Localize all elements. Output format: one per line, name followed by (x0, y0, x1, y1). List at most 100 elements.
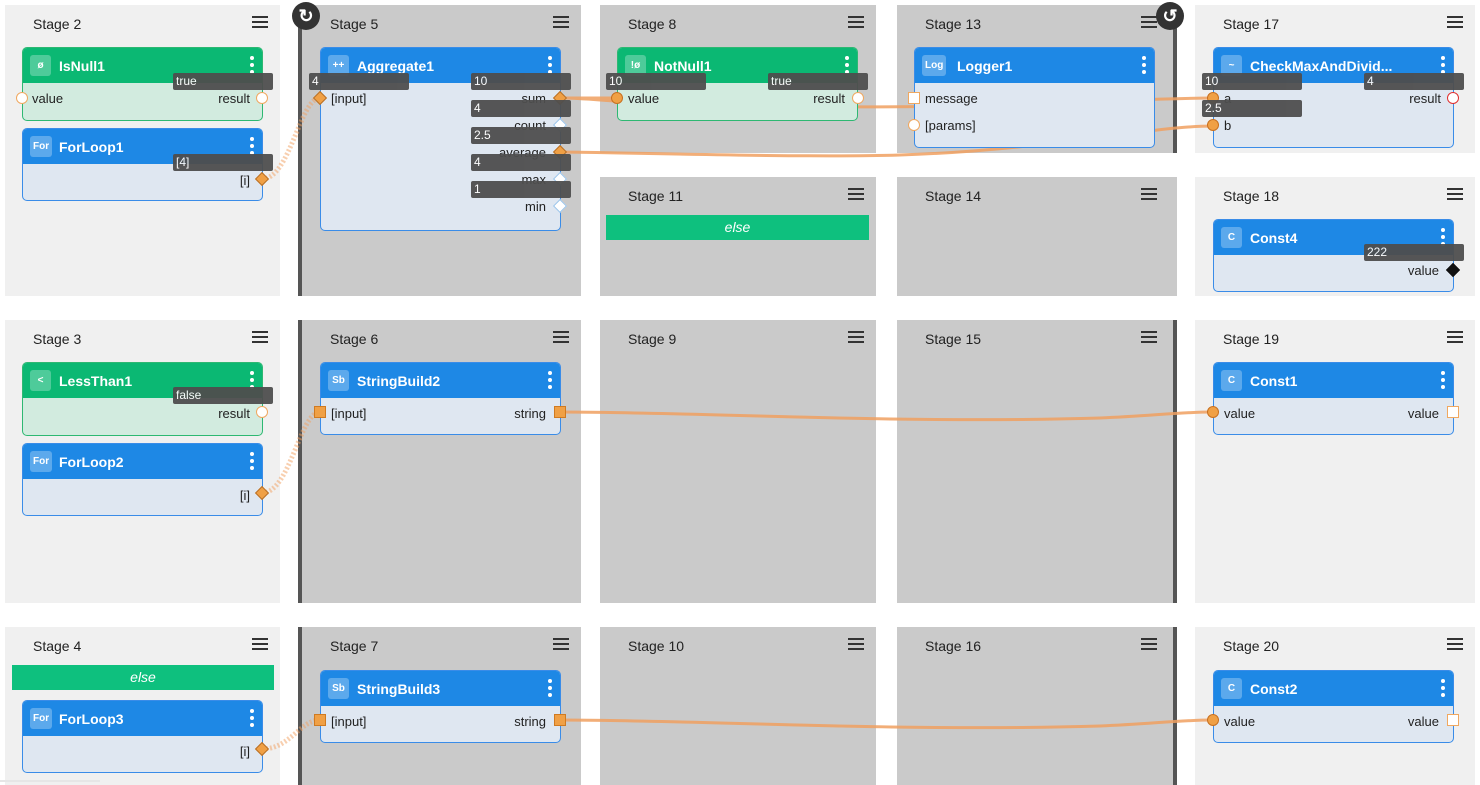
node-menu-icon[interactable] (250, 709, 254, 727)
node-menu-icon[interactable] (250, 452, 254, 470)
const1-value-in-pin[interactable] (1207, 406, 1219, 418)
node-menu-icon[interactable] (1441, 56, 1445, 74)
isnull1-result-pin[interactable] (256, 92, 268, 104)
stage-menu-icon[interactable] (1447, 328, 1463, 344)
node-menu-icon[interactable] (548, 679, 552, 697)
stage-title: Stage 15 (925, 331, 982, 347)
stringbuild2-string-pin[interactable] (554, 406, 566, 418)
node-checkmax[interactable]: ~ CheckMaxAndDivid... a b result (1213, 47, 1454, 148)
stage-menu-icon[interactable] (1141, 635, 1157, 651)
node-name: Const1 (1250, 373, 1298, 389)
stage-menu-icon[interactable] (252, 635, 268, 651)
stage-menu-icon[interactable] (553, 635, 569, 651)
stage-title: Stage 2 (33, 16, 82, 32)
node-stringbuild3[interactable]: Sb StringBuild3 [input] string (320, 670, 561, 743)
stage-menu-icon[interactable] (553, 13, 569, 29)
node-header[interactable]: For ForLoop2 (23, 444, 262, 479)
node-name: StringBuild2 (357, 373, 441, 389)
loop-end-icon[interactable]: ↺ (1156, 2, 1184, 30)
isnull1-value-pin[interactable] (16, 92, 28, 104)
node-forloop3[interactable]: For ForLoop3 [i] (22, 700, 263, 773)
node-menu-icon[interactable] (1441, 371, 1445, 389)
stage-menu-icon[interactable] (1447, 13, 1463, 29)
stage-menu-icon[interactable] (1447, 635, 1463, 651)
value-readout: 4 (471, 154, 571, 171)
stage-menu-icon[interactable] (1141, 13, 1157, 29)
checkmax-b-pin[interactable] (1207, 119, 1219, 131)
value-readout: 4 (309, 73, 409, 90)
node-name: LessThan1 (59, 373, 133, 389)
checkmax-result-pin[interactable] (1447, 92, 1459, 104)
stage-14[interactable]: Stage 14 (897, 177, 1177, 296)
node-name: Const2 (1250, 681, 1298, 697)
stage-title: Stage 14 (925, 188, 982, 204)
stage-menu-icon[interactable] (848, 185, 864, 201)
output-port-label: result (813, 91, 845, 106)
node-name: ForLoop3 (59, 711, 124, 727)
node-header[interactable]: For ForLoop3 (23, 701, 262, 736)
node-const2[interactable]: C Const2 value value (1213, 670, 1454, 743)
node-menu-icon[interactable] (1441, 679, 1445, 697)
loop-end-bar (1173, 627, 1177, 785)
stringbuild3-string-pin[interactable] (554, 714, 566, 726)
node-header[interactable]: Log Logger1 (915, 48, 1154, 83)
value-readout: true (173, 73, 273, 90)
const1-value-out-pin[interactable] (1447, 406, 1459, 418)
node-menu-icon[interactable] (250, 137, 254, 155)
loop-start-icon[interactable]: ↻ (292, 2, 320, 30)
node-header[interactable]: Sb StringBuild2 (321, 363, 560, 398)
node-header[interactable]: C Const2 (1214, 671, 1453, 706)
node-logger1[interactable]: Log Logger1 message [params] (914, 47, 1155, 148)
stage-menu-icon[interactable] (1141, 328, 1157, 344)
logger1-params-pin[interactable] (908, 119, 920, 131)
node-const1[interactable]: C Const1 value value (1213, 362, 1454, 435)
input-port-label: value (32, 91, 64, 106)
output-port-label: [i] (239, 488, 250, 503)
input-port-label: [input] (331, 406, 367, 421)
stage-menu-icon[interactable] (848, 13, 864, 29)
const2-value-in-pin[interactable] (1207, 714, 1219, 726)
input-port-b: b (1224, 118, 1232, 133)
notnull1-result-pin[interactable] (852, 92, 864, 104)
notnull1-value-pin[interactable] (611, 92, 623, 104)
stage-title: Stage 3 (33, 331, 82, 347)
node-menu-icon[interactable] (1142, 56, 1146, 74)
node-menu-icon[interactable] (845, 56, 849, 74)
stage-16[interactable]: Stage 16 (897, 627, 1177, 785)
node-stringbuild2[interactable]: Sb StringBuild2 [input] string (320, 362, 561, 435)
stringbuild2-input-pin[interactable] (314, 406, 326, 418)
else-bar: else (12, 665, 274, 690)
lessthan1-result-pin[interactable] (256, 406, 268, 418)
stage-menu-icon[interactable] (252, 13, 268, 29)
node-header[interactable]: Sb StringBuild3 (321, 671, 560, 706)
node-header[interactable]: C Const1 (1214, 363, 1453, 398)
output-port-label: result (218, 91, 250, 106)
stage-9[interactable]: Stage 9 (600, 320, 876, 603)
stage-title: Stage 13 (925, 16, 982, 32)
stage-menu-icon[interactable] (848, 328, 864, 344)
stage-title: Stage 5 (330, 16, 379, 32)
input-port-label: [input] (331, 91, 367, 106)
node-menu-icon[interactable] (250, 56, 254, 74)
stage-menu-icon[interactable] (1447, 185, 1463, 201)
input-port-label: value (628, 91, 660, 106)
stage-menu-icon[interactable] (848, 635, 864, 651)
const-icon: C (1221, 678, 1242, 699)
node-menu-icon[interactable] (548, 56, 552, 74)
const2-value-out-pin[interactable] (1447, 714, 1459, 726)
stage-menu-icon[interactable] (1141, 185, 1157, 201)
logger1-message-pin[interactable] (908, 92, 920, 104)
output-port-label: string (514, 406, 546, 421)
stage-15[interactable]: Stage 15 (897, 320, 1177, 603)
node-menu-icon[interactable] (548, 371, 552, 389)
stringbuild3-input-pin[interactable] (314, 714, 326, 726)
stage-title: Stage 6 (330, 331, 379, 347)
output-port-label: value (1407, 263, 1439, 278)
value-readout: 10 (1202, 73, 1302, 90)
stage-menu-icon[interactable] (252, 328, 268, 344)
stage-menu-icon[interactable] (553, 328, 569, 344)
stage-10[interactable]: Stage 10 (600, 627, 876, 785)
node-forloop2[interactable]: For ForLoop2 [i] (22, 443, 263, 516)
horizontal-scrollbar[interactable] (0, 780, 100, 782)
input-port-params: [params] (925, 118, 976, 133)
